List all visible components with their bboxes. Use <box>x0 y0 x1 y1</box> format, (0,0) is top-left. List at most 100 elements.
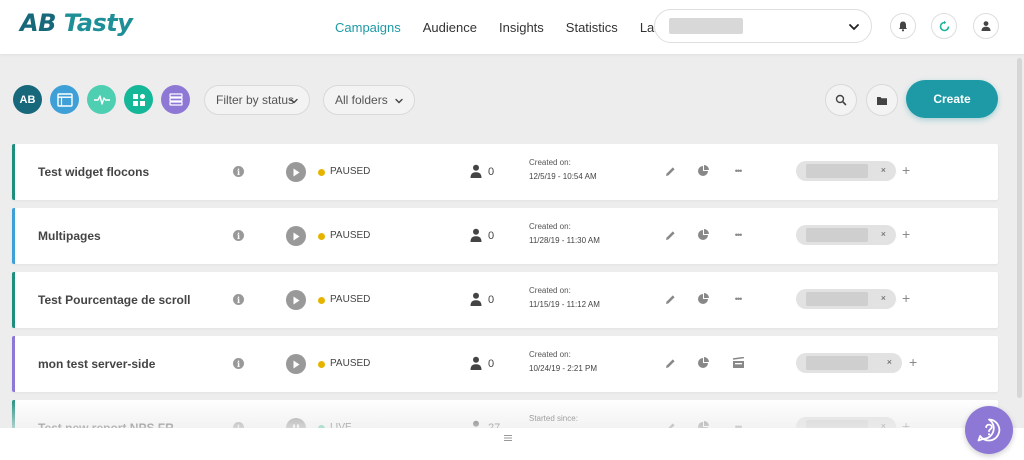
play-button[interactable] <box>286 226 306 246</box>
create-button[interactable]: Create <box>906 80 998 118</box>
campaign-row[interactable]: Test Pourcentage de scroll i PAUSED 0 Cr… <box>12 272 998 328</box>
edit-button[interactable] <box>663 292 677 306</box>
report-button[interactable] <box>696 292 710 306</box>
drag-handle-icon[interactable] <box>503 434 513 442</box>
add-tag-button[interactable]: + <box>902 162 910 178</box>
pencil-icon <box>665 358 675 368</box>
pencil-icon <box>665 166 675 176</box>
status-label: PAUSED <box>330 358 371 369</box>
report-button[interactable] <box>696 164 710 178</box>
nav-statistics[interactable]: Statistics <box>566 20 618 35</box>
row-accent <box>12 144 15 200</box>
play-icon <box>293 168 300 176</box>
bell-icon <box>899 21 907 32</box>
row-accent <box>12 336 15 392</box>
status-dot <box>318 233 325 240</box>
chevron-down-icon <box>395 98 403 104</box>
play-button[interactable] <box>286 162 306 182</box>
edit-button[interactable] <box>663 164 677 178</box>
list-fade <box>0 398 1024 430</box>
account-select[interactable] <box>654 9 872 43</box>
nav-insights[interactable]: Insights <box>499 20 544 35</box>
report-button[interactable] <box>696 356 710 370</box>
visitors-icon <box>470 292 482 306</box>
refresh-button[interactable] <box>931 13 957 39</box>
add-tag-button[interactable]: + <box>909 354 917 370</box>
status-dot <box>318 361 325 368</box>
campaign-name[interactable]: Test widget flocons <box>38 165 149 179</box>
pie-chart-icon <box>698 357 709 368</box>
filter-patch[interactable] <box>50 85 79 114</box>
campaign-row[interactable]: mon test server-side i PAUSED 0 Created … <box>12 336 998 392</box>
campaign-tag[interactable]: × <box>796 289 896 309</box>
tag-label-redacted <box>806 356 868 370</box>
browser-window-icon <box>56 92 73 107</box>
filter-widgets[interactable] <box>124 85 153 114</box>
campaign-toolbar: AB Filter by status All folders Create <box>0 78 1024 122</box>
filter-personalization[interactable] <box>87 85 116 114</box>
campaign-tag[interactable]: × <box>796 353 902 373</box>
profile-button[interactable] <box>973 13 999 39</box>
bottom-bar <box>0 428 1024 460</box>
more-options-button[interactable]: ••• <box>730 228 746 242</box>
date-value: 11/15/19 - 11:12 AM <box>529 300 600 309</box>
folder-icon <box>877 96 887 105</box>
info-icon[interactable]: i <box>233 358 244 369</box>
status-label: PAUSED <box>330 294 371 305</box>
visitor-count: 0 <box>488 166 495 178</box>
info-icon[interactable]: i <box>233 230 244 241</box>
folder-filter-dropdown[interactable]: All folders <box>323 85 415 115</box>
status-filter-dropdown[interactable]: Filter by status <box>204 85 310 115</box>
campaign-name[interactable]: Multipages <box>38 229 101 243</box>
play-icon <box>293 296 300 304</box>
campaign-name[interactable]: mon test server-side <box>38 357 155 371</box>
campaign-tag[interactable]: × <box>796 161 896 181</box>
add-tag-button[interactable]: + <box>902 226 910 242</box>
filter-server-side[interactable] <box>161 85 190 114</box>
more-options-button[interactable]: ••• <box>730 164 746 178</box>
help-button[interactable] <box>965 406 1013 454</box>
add-tag-button[interactable]: + <box>902 290 910 306</box>
abtasty-logo[interactable]: AB Tasty <box>20 9 133 37</box>
campaign-name[interactable]: Test Pourcentage de scroll <box>38 293 191 307</box>
tag-remove-button[interactable]: × <box>881 293 886 303</box>
edit-button[interactable] <box>663 356 677 370</box>
tag-remove-button[interactable]: × <box>887 357 892 367</box>
play-icon <box>293 360 300 368</box>
search-button[interactable] <box>825 84 857 116</box>
archive-button[interactable] <box>731 356 745 370</box>
date-value: 12/5/19 - 10:54 AM <box>529 172 597 181</box>
status-label: PAUSED <box>330 230 371 241</box>
tag-label-redacted <box>806 164 868 178</box>
refresh-icon <box>939 20 949 31</box>
main-nav: Campaigns Audience Insights Statistics L… <box>335 0 662 54</box>
tag-remove-button[interactable]: × <box>881 229 886 239</box>
edit-button[interactable] <box>663 228 677 242</box>
status-dot <box>318 169 325 176</box>
more-options-button[interactable]: ••• <box>730 292 746 306</box>
tag-remove-button[interactable]: × <box>881 165 886 175</box>
pie-chart-icon <box>698 293 709 304</box>
folders-button[interactable] <box>866 84 898 116</box>
row-accent <box>12 272 15 328</box>
play-button[interactable] <box>286 290 306 310</box>
page-scrollbar[interactable] <box>1017 58 1022 398</box>
visitor-count: 0 <box>488 358 495 370</box>
report-button[interactable] <box>696 228 710 242</box>
play-button[interactable] <box>286 354 306 374</box>
campaign-row[interactable]: Multipages i PAUSED 0 Created on: 11/28/… <box>12 208 998 264</box>
nav-audience[interactable]: Audience <box>423 20 477 35</box>
campaign-tag[interactable]: × <box>796 225 896 245</box>
info-icon[interactable]: i <box>233 294 244 305</box>
info-icon[interactable]: i <box>233 166 244 177</box>
tag-label-redacted <box>806 292 868 306</box>
row-accent <box>12 208 15 264</box>
widgets-icon <box>132 93 145 106</box>
date-label: Created on: <box>529 222 571 231</box>
nav-campaigns[interactable]: Campaigns <box>335 20 401 35</box>
campaign-row[interactable]: Test widget flocons i PAUSED 0 Created o… <box>12 144 998 200</box>
filter-ab-test[interactable]: AB <box>13 85 42 114</box>
notifications-button[interactable] <box>890 13 916 39</box>
top-header: AB Tasty Campaigns Audience Insights Sta… <box>0 0 1024 54</box>
visitor-count: 0 <box>488 294 495 306</box>
